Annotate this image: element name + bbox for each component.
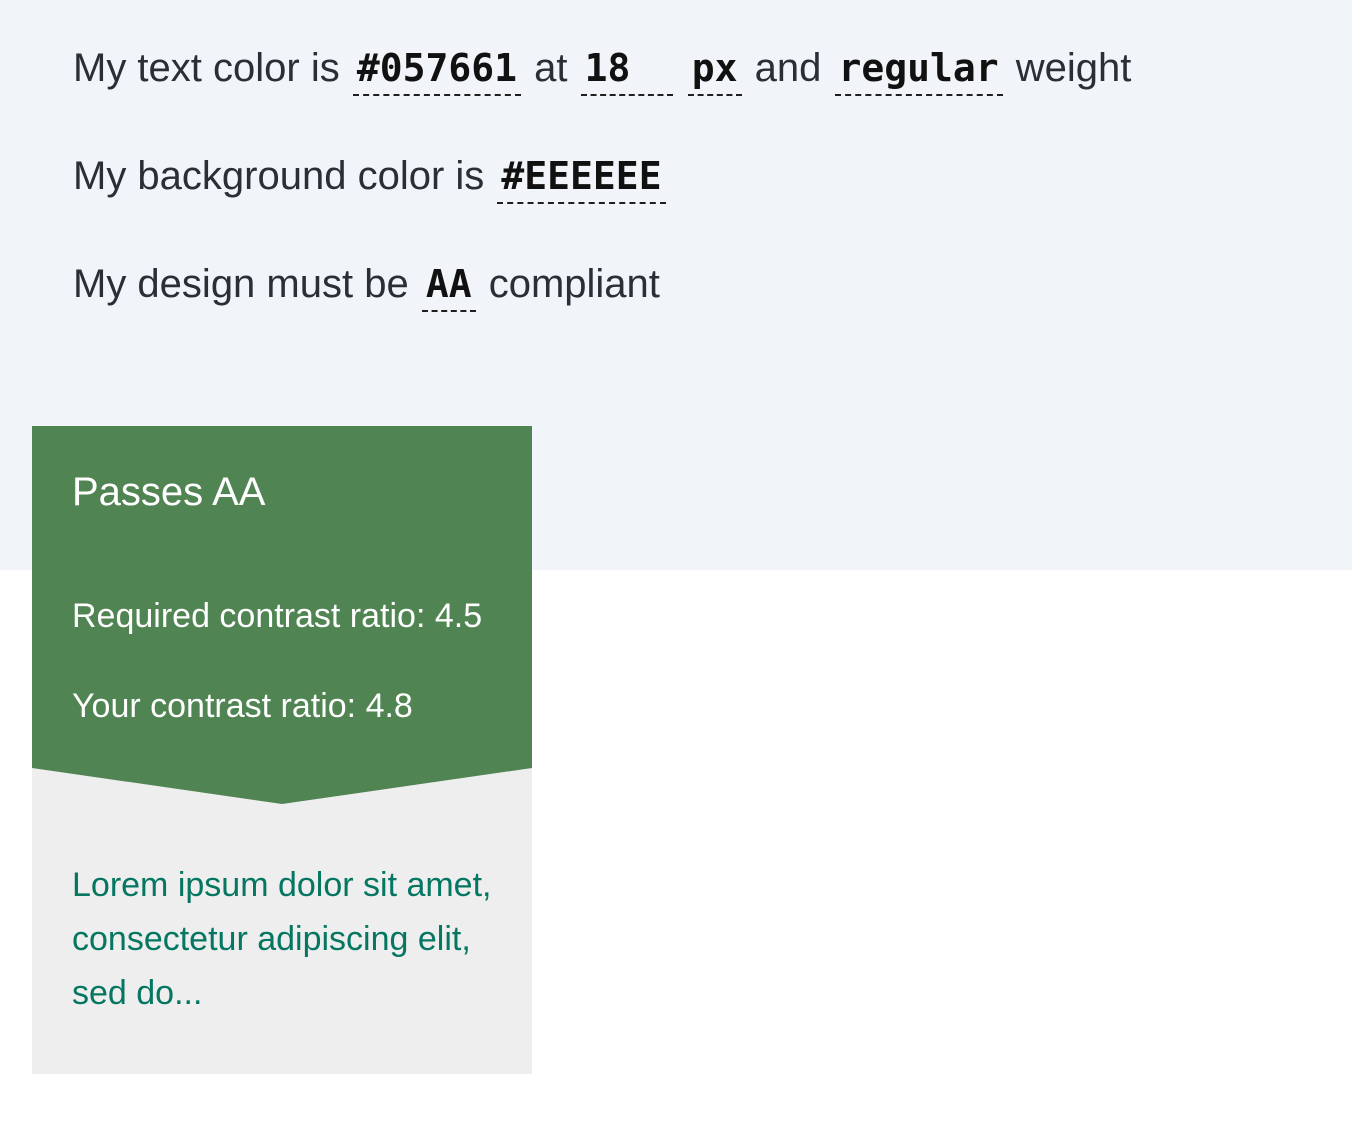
result-banner: Passes AA Required contrast ratio: 4.5 Y… bbox=[32, 426, 532, 804]
font-unit-select[interactable]: px bbox=[687, 46, 742, 96]
text-color-sentence: My text color is #057661 at 18 px and re… bbox=[73, 44, 1131, 96]
font-size-input[interactable]: 18 bbox=[580, 46, 673, 96]
at-label: at bbox=[534, 46, 568, 90]
text-color-prefix: My text color is bbox=[73, 46, 340, 90]
required-contrast-ratio: Required contrast ratio: 4.5 bbox=[72, 597, 483, 635]
compliance-level-sentence: My design must be AA compliant bbox=[73, 260, 660, 312]
result-title: Passes AA bbox=[72, 470, 266, 514]
contrast-result-card: Passes AA Required contrast ratio: 4.5 Y… bbox=[32, 426, 532, 1074]
background-color-sentence: My background color is #EEEEEE bbox=[73, 152, 668, 204]
compliance-suffix: compliant bbox=[488, 262, 660, 306]
and-label: and bbox=[754, 46, 822, 90]
background-color-input[interactable]: #EEEEEE bbox=[497, 154, 666, 204]
weight-label: weight bbox=[1015, 46, 1132, 90]
compliance-prefix: My design must be bbox=[73, 262, 409, 306]
your-contrast-ratio: Your contrast ratio: 4.8 bbox=[72, 687, 413, 725]
preview-sample-text: Lorem ipsum dolor sit amet, consectetur … bbox=[72, 866, 492, 1012]
font-weight-select[interactable]: regular bbox=[834, 46, 1003, 96]
background-color-prefix: My background color is bbox=[73, 154, 485, 198]
text-color-input[interactable]: #057661 bbox=[352, 46, 521, 96]
compliance-level-select[interactable]: AA bbox=[421, 262, 476, 312]
